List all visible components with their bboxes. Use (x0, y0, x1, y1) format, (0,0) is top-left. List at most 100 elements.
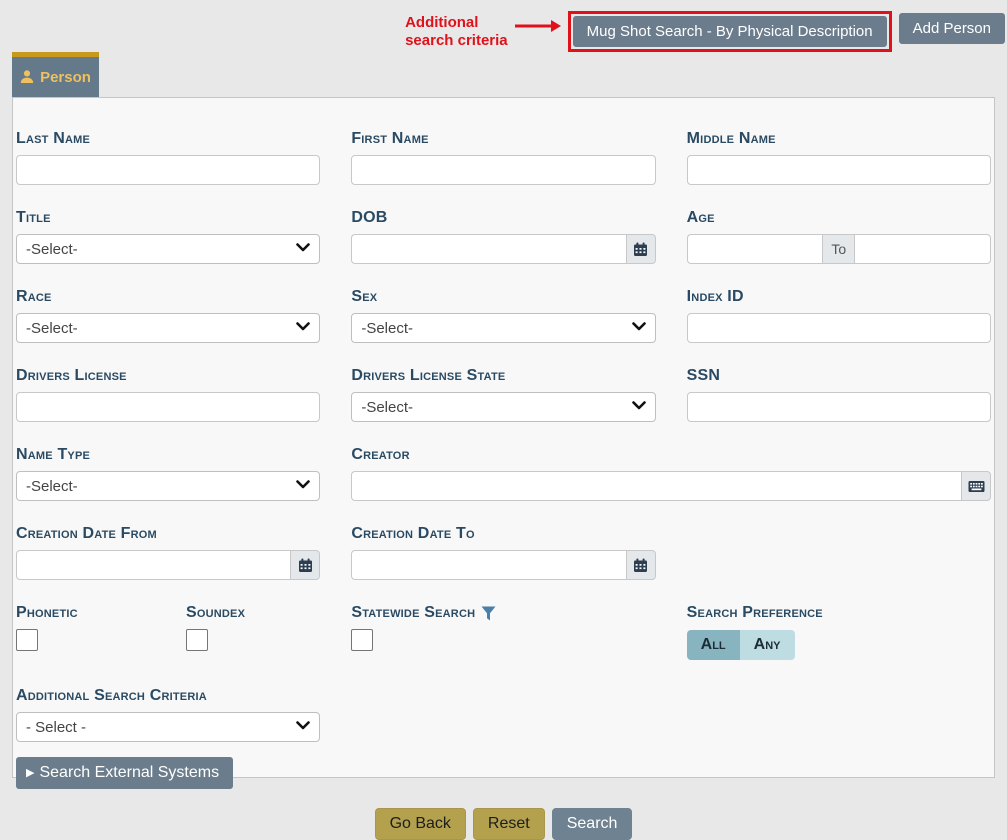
title-label: Title (16, 209, 320, 227)
index-id-input[interactable] (687, 313, 991, 343)
name-type-select-value: -Select- (26, 478, 78, 495)
field-first-name: First Name (351, 130, 655, 185)
field-additional-search-criteria: Additional Search Criteria - Select - (16, 687, 320, 742)
first-name-input[interactable] (351, 155, 655, 185)
field-sex: Sex -Select- (351, 288, 655, 343)
first-name-label: First Name (351, 130, 655, 148)
field-title: Title -Select- (16, 209, 320, 264)
middle-name-input[interactable] (687, 155, 991, 185)
soundex-checkbox[interactable] (186, 629, 208, 651)
race-select[interactable]: -Select- (16, 313, 320, 343)
dob-calendar-button[interactable] (626, 234, 656, 264)
keyboard-icon (968, 480, 985, 493)
reset-button[interactable]: Reset (473, 808, 545, 840)
field-drivers-license-state: Drivers License State -Select- (351, 367, 655, 422)
chevron-down-icon (632, 322, 646, 331)
field-middle-name: Middle Name (687, 130, 991, 185)
creation-date-from-label: Creation Date From (16, 525, 320, 543)
field-phonetic: Phonetic (16, 604, 186, 660)
form-action-bar: Go Back Reset Search (16, 808, 991, 840)
sex-select[interactable]: -Select- (351, 313, 655, 343)
age-from-input[interactable] (687, 234, 823, 264)
race-select-value: -Select- (26, 320, 78, 337)
dob-label: DOB (351, 209, 655, 227)
drivers-license-state-select[interactable]: -Select- (351, 392, 655, 422)
page: Additional search criteria Mug Shot Sear… (0, 0, 1007, 786)
chevron-down-icon (296, 243, 310, 252)
top-bar: Additional search criteria Mug Shot Sear… (0, 0, 1007, 52)
triangle-right-icon: ▶ (26, 766, 34, 779)
tab-person-label: Person (40, 69, 91, 86)
field-dob: DOB (351, 209, 655, 264)
field-creator: Creator (351, 446, 991, 501)
search-preference-all-button[interactable]: All (687, 630, 740, 660)
age-to-separator: To (822, 234, 854, 264)
ssn-input[interactable] (687, 392, 991, 422)
field-last-name: Last Name (16, 130, 320, 185)
tab-person[interactable]: Person (12, 52, 99, 97)
drivers-license-label: Drivers License (16, 367, 320, 385)
middle-name-label: Middle Name (687, 130, 991, 148)
additional-search-criteria-select-value: - Select - (26, 719, 86, 736)
title-select-value: -Select- (26, 241, 78, 258)
soundex-label: Soundex (186, 604, 320, 622)
sex-label: Sex (351, 288, 655, 306)
creator-input[interactable] (351, 471, 961, 501)
search-preference-toggle: All Any (687, 630, 795, 660)
age-label: Age (687, 209, 991, 227)
chevron-down-icon (296, 480, 310, 489)
field-ssn: SSN (687, 367, 991, 422)
field-search-preference: Search Preference All Any (687, 604, 991, 660)
field-name-type: Name Type -Select- (16, 446, 320, 501)
search-button[interactable]: Search (552, 808, 633, 840)
sex-select-value: -Select- (361, 320, 413, 337)
search-preference-any-button[interactable]: Any (740, 630, 795, 660)
phonetic-checkbox[interactable] (16, 629, 38, 651)
field-age: Age To (687, 209, 991, 264)
field-creation-date-from: Creation Date From (16, 525, 320, 580)
last-name-input[interactable] (16, 155, 320, 185)
calendar-icon (633, 242, 648, 257)
creation-date-to-calendar-button[interactable] (626, 550, 656, 580)
race-label: Race (16, 288, 320, 306)
field-drivers-license: Drivers License (16, 367, 320, 422)
field-index-id: Index ID (687, 288, 991, 343)
add-person-button[interactable]: Add Person (899, 13, 1005, 44)
go-back-button[interactable]: Go Back (375, 808, 466, 840)
field-statewide-search: Statewide Search (351, 604, 655, 660)
index-id-label: Index ID (687, 288, 991, 306)
creator-label: Creator (351, 446, 991, 464)
last-name-label: Last Name (16, 130, 320, 148)
chevron-down-icon (632, 401, 646, 410)
name-type-label: Name Type (16, 446, 320, 464)
statewide-search-label: Statewide Search (351, 604, 475, 622)
annotation-line2: search criteria (405, 32, 508, 50)
person-icon (20, 70, 34, 84)
filter-icon[interactable] (481, 606, 496, 621)
additional-search-criteria-label: Additional Search Criteria (16, 687, 320, 705)
phonetic-label: Phonetic (16, 604, 186, 622)
creation-date-from-calendar-button[interactable] (290, 550, 320, 580)
creator-keyboard-button[interactable] (961, 471, 991, 501)
search-external-systems-label: Search External Systems (39, 764, 219, 782)
mug-shot-search-button[interactable]: Mug Shot Search - By Physical Descriptio… (573, 16, 887, 47)
name-type-select[interactable]: -Select- (16, 471, 320, 501)
additional-search-criteria-select[interactable]: - Select - (16, 712, 320, 742)
field-creation-date-to: Creation Date To (351, 525, 655, 580)
title-select[interactable]: -Select- (16, 234, 320, 264)
annotation-arrow-icon (515, 19, 561, 33)
age-to-input[interactable] (854, 234, 991, 264)
person-search-panel: Last Name First Name Middle Name Title -… (12, 97, 995, 778)
statewide-search-checkbox[interactable] (351, 629, 373, 651)
dob-input[interactable] (351, 234, 625, 264)
creation-date-to-input[interactable] (351, 550, 625, 580)
creation-date-from-input[interactable] (16, 550, 290, 580)
chevron-down-icon (296, 322, 310, 331)
annotation-highlight-box: Mug Shot Search - By Physical Descriptio… (568, 11, 892, 52)
search-external-systems-button[interactable]: ▶ Search External Systems (16, 757, 233, 789)
drivers-license-state-select-value: -Select- (361, 399, 413, 416)
ssn-label: SSN (687, 367, 991, 385)
drivers-license-input[interactable] (16, 392, 320, 422)
chevron-down-icon (296, 721, 310, 730)
field-race: Race -Select- (16, 288, 320, 343)
